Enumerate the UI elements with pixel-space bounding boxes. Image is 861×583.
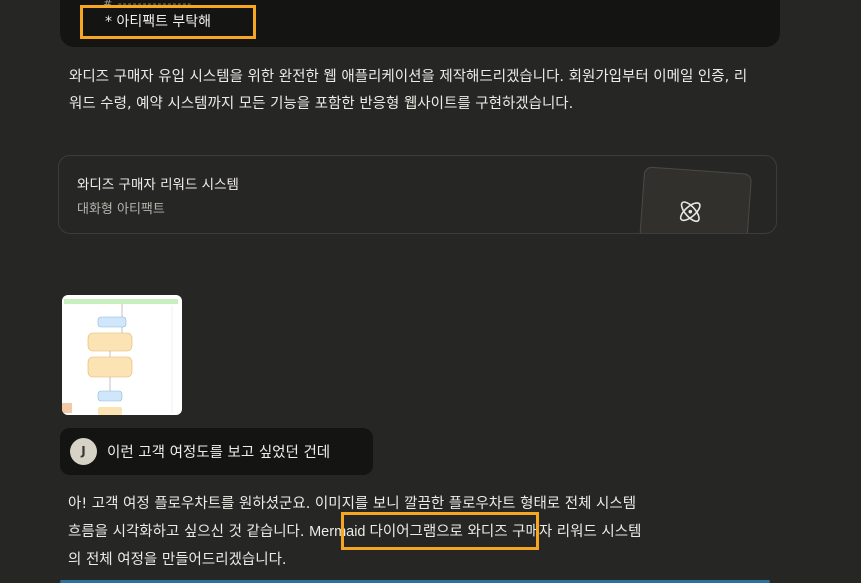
- assistant-message-2-line3: 의 전체 여정을 만들어드리겠습니다.: [68, 552, 287, 568]
- assistant-message-1: 와디즈 구매자 유입 시스템을 위한 완전한 웹 애플리케이션을 제작해드리겠습…: [69, 69, 748, 112]
- line2-pre: 흐름을 시각화하고 싶으신 것 같습니다.: [68, 524, 310, 540]
- highlighted-request-label: * 아티팩트 부탁해: [80, 5, 256, 39]
- artifact-title: 와디즈 구매자 리워드 시스템: [77, 177, 239, 193]
- user-message-bubble: J 이런 고객 여정도를 보고 싶었던 건데: [60, 428, 373, 475]
- artifact-subtitle: 대화형 아티팩트: [77, 202, 165, 217]
- flowchart-image: [62, 299, 178, 415]
- attached-image-thumbnail[interactable]: [62, 295, 182, 415]
- mermaid-highlight-box: [341, 512, 539, 550]
- user-message-text: 이런 고객 여정도를 보고 싶었던 건데: [107, 445, 331, 461]
- artifact-card[interactable]: 와디즈 구매자 리워드 시스템 대화형 아티팩트: [58, 155, 777, 234]
- artifact-preview: [637, 166, 753, 233]
- user-avatar: J: [70, 438, 97, 465]
- atom-icon: [679, 201, 701, 223]
